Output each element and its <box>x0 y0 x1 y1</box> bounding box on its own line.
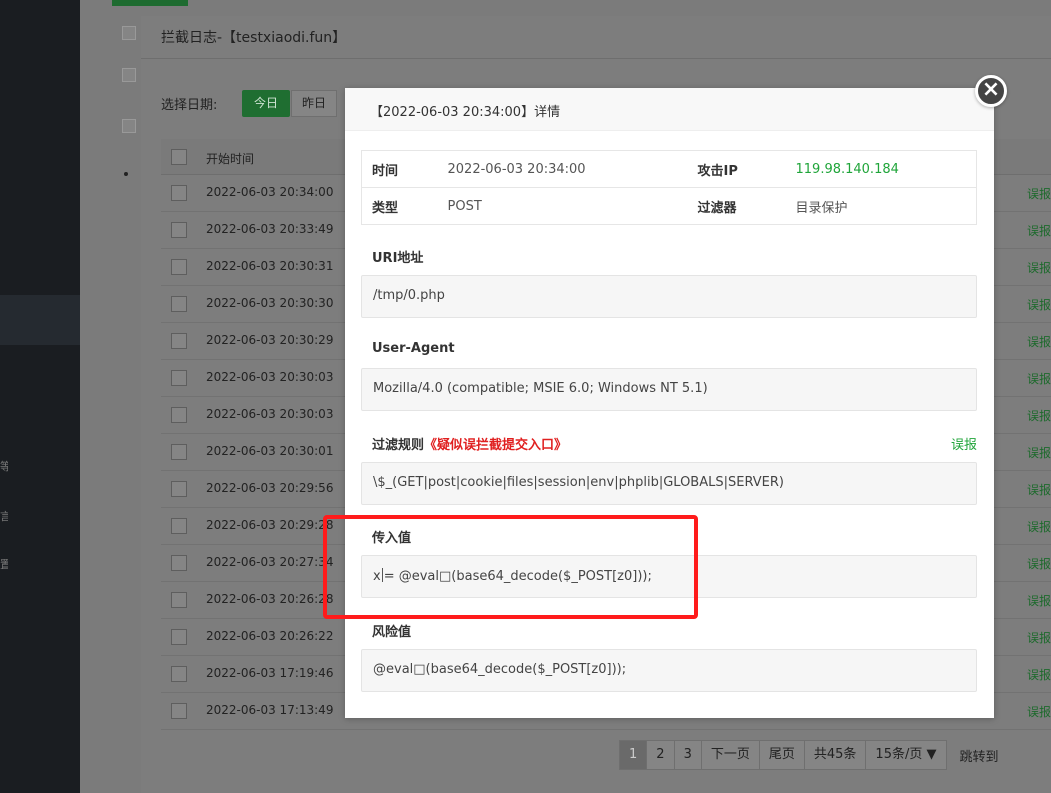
type-label: 类型 <box>361 187 438 225</box>
row-start-time: 2022-06-03 20:30:30 <box>206 296 334 310</box>
row-start-time: 2022-06-03 20:30:03 <box>206 407 334 421</box>
row-false-positive-link[interactable]: 误报 <box>1027 259 1051 276</box>
row-false-positive-link[interactable]: 误报 <box>1027 481 1051 498</box>
risk-value-label: 风险值 <box>372 625 412 640</box>
pagination: 1 2 3 下一页 尾页 共45条 15条/页 ▼ 跳转到 <box>619 740 999 770</box>
row-false-positive-link[interactable]: 误报 <box>1027 629 1051 646</box>
risk-value-field: @eval□(base64_decode($_POST[z0])); <box>361 649 977 692</box>
user-agent-label: User-Agent <box>372 341 455 356</box>
report-false-positive-link[interactable]: 误报 <box>951 434 977 453</box>
time-label: 时间 <box>361 150 438 188</box>
filter-value: 目录保护 <box>785 187 977 225</box>
left-sidebar: 等 言 置 <box>0 0 80 793</box>
sidebar-item-fragment[interactable]: 置 <box>0 556 8 572</box>
row-checkbox[interactable] <box>171 629 187 645</box>
last-page-button[interactable]: 尾页 <box>758 740 805 770</box>
today-button[interactable]: 今日 <box>242 90 290 117</box>
row-checkbox[interactable] <box>171 222 187 238</box>
row-checkbox[interactable] <box>171 185 187 201</box>
row-start-time: 2022-06-03 20:27:34 <box>206 555 334 569</box>
row-start-time: 2022-06-03 20:33:49 <box>206 222 334 236</box>
row-checkbox[interactable] <box>171 703 187 719</box>
type-value: POST <box>437 187 688 225</box>
time-value: 2022-06-03 20:34:00 <box>437 150 688 188</box>
close-icon[interactable]: × <box>975 75 1007 107</box>
row-false-positive-link[interactable]: 误报 <box>1027 703 1051 720</box>
filter-rule-label: 过滤规则《疑似误拦截提交入口》 <box>372 434 567 453</box>
row-start-time: 2022-06-03 20:29:56 <box>206 481 334 495</box>
yesterday-button[interactable]: 昨日 <box>291 90 337 117</box>
row-checkbox[interactable] <box>171 444 187 460</box>
background-checkbox[interactable] <box>122 68 136 82</box>
detail-info-table: 时间 2022-06-03 20:34:00 攻击IP 119.98.140.1… <box>361 150 977 225</box>
row-start-time: 2022-06-03 20:30:29 <box>206 333 334 347</box>
row-checkbox[interactable] <box>171 370 187 386</box>
page-1-button[interactable]: 1 <box>619 740 648 770</box>
row-false-positive-link[interactable]: 误报 <box>1027 296 1051 313</box>
row-checkbox[interactable] <box>171 518 187 534</box>
background-bullet <box>124 172 128 176</box>
row-false-positive-link[interactable]: 误报 <box>1027 185 1051 202</box>
sidebar-active-item[interactable] <box>0 295 80 345</box>
row-checkbox[interactable] <box>171 666 187 682</box>
select-all-checkbox[interactable] <box>171 149 187 165</box>
background-checkbox[interactable] <box>122 119 136 133</box>
row-checkbox[interactable] <box>171 333 187 349</box>
log-dialog-title: 拦截日志-【testxiaodi.fun】 <box>141 16 1051 59</box>
column-header-start-time: 开始时间 <box>206 152 255 166</box>
row-start-time: 2022-06-03 17:13:49 <box>206 703 334 717</box>
row-checkbox[interactable] <box>171 555 187 571</box>
background-green-button[interactable] <box>112 0 188 6</box>
row-start-time: 2022-06-03 20:30:01 <box>206 444 334 458</box>
row-start-time: 2022-06-03 20:34:00 <box>206 185 334 199</box>
jump-to-label: 跳转到 <box>959 749 999 765</box>
row-false-positive-link[interactable]: 误报 <box>1027 518 1051 535</box>
row-start-time: 2022-06-03 20:30:03 <box>206 370 334 384</box>
row-start-time: 2022-06-03 20:29:28 <box>206 518 334 532</box>
row-start-time: 2022-06-03 20:26:28 <box>206 592 334 606</box>
sidebar-item-fragment[interactable]: 言 <box>0 508 8 524</box>
chevron-down-icon: ▼ <box>926 747 937 762</box>
filter-label: 过滤器 <box>687 187 786 225</box>
page-size-select[interactable]: 15条/页 ▼ <box>865 740 947 770</box>
row-false-positive-link[interactable]: 误报 <box>1027 592 1051 609</box>
row-checkbox[interactable] <box>171 592 187 608</box>
uri-field: /tmp/0.php <box>361 275 977 318</box>
row-checkbox[interactable] <box>171 407 187 423</box>
sidebar-item-fragment[interactable]: 等 <box>0 458 8 474</box>
row-false-positive-link[interactable]: 误报 <box>1027 444 1051 461</box>
page-2-button[interactable]: 2 <box>646 740 675 770</box>
row-false-positive-link[interactable]: 误报 <box>1027 407 1051 424</box>
suspected-false-positive-warning: 《疑似误拦截提交入口》 <box>424 438 568 453</box>
row-false-positive-link[interactable]: 误报 <box>1027 555 1051 572</box>
filter-rule-label-text: 过滤规则 <box>372 438 425 453</box>
row-false-positive-link[interactable]: 误报 <box>1027 370 1051 387</box>
attack-ip-label: 攻击IP <box>687 150 786 188</box>
row-start-time: 2022-06-03 17:19:46 <box>206 666 334 680</box>
row-checkbox[interactable] <box>171 259 187 275</box>
detail-modal-title: 【2022-06-03 20:34:00】详情 <box>345 88 994 131</box>
row-checkbox[interactable] <box>171 296 187 312</box>
highlight-annotation-box <box>323 515 698 619</box>
next-page-button[interactable]: 下一页 <box>700 740 760 770</box>
row-checkbox[interactable] <box>171 481 187 497</box>
row-start-time: 2022-06-03 20:26:22 <box>206 629 334 643</box>
filter-rule-field: \$_(GET|post|cookie|files|session|env|ph… <box>361 462 977 505</box>
uri-label: URI地址 <box>372 251 424 266</box>
background-checkbox[interactable] <box>122 26 136 40</box>
total-count: 共45条 <box>803 740 867 770</box>
row-false-positive-link[interactable]: 误报 <box>1027 666 1051 683</box>
date-select-label: 选择日期: <box>161 98 218 113</box>
page-size-value: 15条/页 <box>875 747 923 762</box>
row-false-positive-link[interactable]: 误报 <box>1027 222 1051 239</box>
user-agent-field: Mozilla/4.0 (compatible; MSIE 6.0; Windo… <box>361 368 977 411</box>
row-start-time: 2022-06-03 20:30:31 <box>206 259 334 273</box>
detail-modal: 【2022-06-03 20:34:00】详情 时间 2022-06-03 20… <box>345 88 994 718</box>
attack-ip-value: 119.98.140.184 <box>785 150 977 188</box>
page-3-button[interactable]: 3 <box>673 740 702 770</box>
row-false-positive-link[interactable]: 误报 <box>1027 333 1051 350</box>
